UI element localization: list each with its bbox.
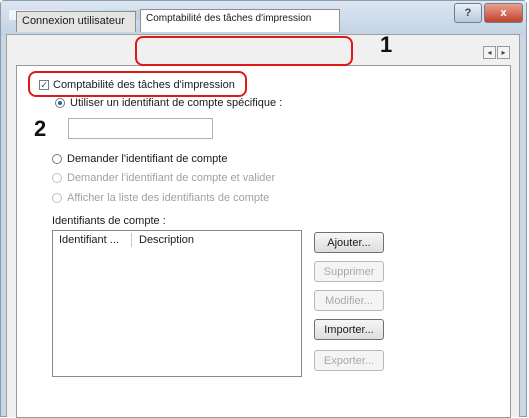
callout-box-1	[135, 36, 353, 66]
radio-prompt-account[interactable]	[52, 154, 62, 164]
close-button[interactable]: x	[484, 3, 523, 23]
radio-show-list-label: Afficher la liste des identifiants de co…	[67, 192, 270, 204]
radio-show-list	[52, 193, 62, 203]
account-ids-list[interactable]: Identifiant ... Description	[52, 230, 302, 377]
callout-number-1: 1	[380, 32, 393, 57]
radio-specific-account-row[interactable]: Utiliser un identifiant de compte spécif…	[55, 97, 282, 109]
radio-prompt-account-row[interactable]: Demander l'identifiant de compte	[52, 153, 227, 165]
radio-prompt-validate	[52, 173, 62, 183]
add-button[interactable]: Ajouter...	[314, 232, 384, 253]
tab-scroll-right-button[interactable]: ▸	[497, 46, 510, 59]
account-id-input[interactable]	[68, 118, 213, 139]
radio-prompt-validate-label: Demander l'identifiant de compte et vali…	[67, 172, 276, 184]
account-ids-label-text: Identifiants de compte :	[52, 215, 166, 227]
radio-prompt-validate-row: Demander l'identifiant de compte et vali…	[52, 172, 275, 184]
help-button[interactable]: ?	[454, 3, 482, 23]
callout-number-2: 2	[34, 116, 47, 141]
callout-box-2	[28, 71, 247, 97]
radio-prompt-account-label: Demander l'identifiant de compte	[67, 153, 228, 165]
import-button[interactable]: Importer...	[314, 319, 384, 340]
export-button: Exporter...	[314, 350, 384, 371]
column-header-description[interactable]: Description	[139, 234, 194, 246]
radio-show-list-row: Afficher la liste des identifiants de co…	[52, 192, 269, 204]
account-ids-label: Identifiants de compte :	[52, 215, 166, 227]
delete-button: Supprimer	[314, 261, 384, 282]
modify-button: Modifier...	[314, 290, 384, 311]
column-separator[interactable]	[131, 233, 132, 247]
column-header-id[interactable]: Identifiant ...	[59, 234, 119, 246]
tab-scroll-left-button[interactable]: ◂	[483, 46, 496, 59]
tab-job-accounting[interactable]: Comptabilité des tâches d'impression	[140, 9, 340, 32]
tab-user-login[interactable]: Connexion utilisateur	[16, 11, 136, 32]
radio-specific-account-label: Utiliser un identifiant de compte spécif…	[70, 97, 283, 109]
radio-specific-account[interactable]	[55, 98, 65, 108]
